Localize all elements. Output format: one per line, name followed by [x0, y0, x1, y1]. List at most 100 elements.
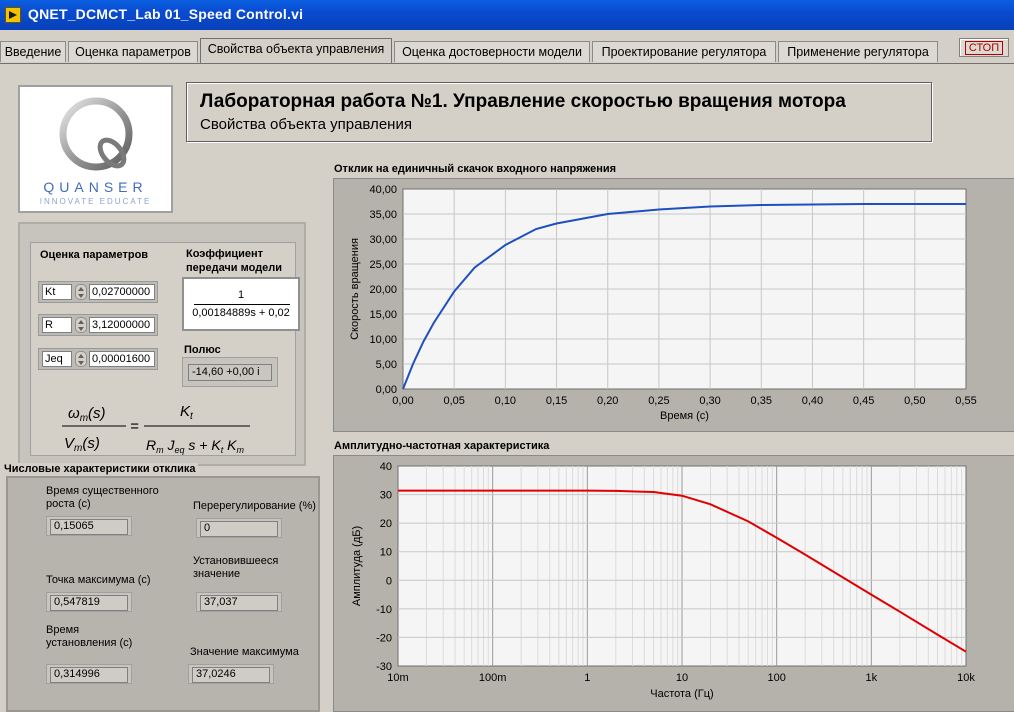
- window-titlebar: QNET_DCMCT_Lab 01_Speed Control.vi: [0, 0, 1014, 30]
- stop-button-label: СТОП: [964, 41, 1004, 55]
- bode-chart-frame: 10m 100m 1 10 100 1k 10k -30 -20 -10 0 10 20 30 40 Част…: [333, 455, 1014, 712]
- quanser-logo: QUANSER INNOVATE EDUCATE: [18, 85, 173, 213]
- peak-time-indicator: 0,547819: [46, 592, 132, 612]
- y-tick-label: 5,00: [376, 359, 397, 371]
- x-tick-label: 100m: [479, 672, 507, 684]
- x-tick-label: 0,00: [392, 395, 413, 407]
- tf-numerator: 1: [237, 289, 245, 301]
- tab-controller-design[interactable]: Проектирование регулятора: [592, 41, 776, 62]
- pole-indicator: -14,60 +0,00 i: [182, 357, 278, 387]
- settling-time-value: 0,314996: [50, 667, 128, 683]
- y-tick-label: 40: [380, 461, 392, 473]
- param-row-jeq: Jeq 0,00001600: [38, 348, 158, 370]
- settling-time-label-line1: Время: [46, 624, 80, 636]
- y-tick-label: 10,00: [369, 334, 397, 346]
- x-axis-label: Время (с): [660, 410, 709, 422]
- quanser-q-icon: [59, 97, 133, 171]
- x-tick-label: 0,35: [751, 395, 772, 407]
- y-tick-label: 40,00: [369, 184, 397, 196]
- x-tick-label: 0,15: [546, 395, 567, 407]
- peak-value-value: 37,0246: [192, 667, 270, 683]
- svg-text:Vm(s): Vm(s): [64, 435, 100, 454]
- tf-title-line1: Коэффициент: [186, 248, 264, 260]
- y-tick-label: 10: [380, 547, 392, 559]
- x-tick-label: 0,50: [904, 395, 925, 407]
- steady-state-label-line2: значение: [193, 568, 241, 580]
- spinner-icon[interactable]: [75, 317, 87, 333]
- svg-text:Kt: Kt: [180, 403, 194, 422]
- steady-state-value: 37,037: [200, 595, 278, 611]
- x-tick-label: 0,55: [955, 395, 976, 407]
- tab-content-border: [0, 63, 1014, 64]
- rise-time-indicator: 0,15065: [46, 516, 132, 536]
- steady-state-label-line1: Установившееся: [193, 555, 279, 567]
- x-tick-label: 0,20: [597, 395, 618, 407]
- response-panel-title: Числовые характеристики отклика: [4, 463, 198, 475]
- y-tick-label: -10: [376, 604, 392, 616]
- tab-parameter-estimation[interactable]: Оценка параметров: [68, 41, 198, 62]
- overshoot-value: 0: [200, 521, 278, 537]
- param-name-jeq: Jeq: [42, 351, 72, 367]
- param-name-kt: Kt: [42, 284, 72, 300]
- x-tick-label: 0,45: [853, 395, 874, 407]
- tf-fraction-line: [194, 304, 290, 305]
- y-tick-label: 0,00: [376, 384, 397, 396]
- rise-time-label-line1: Время существенного: [46, 485, 159, 497]
- param-value-jeq[interactable]: 0,00001600: [89, 351, 155, 367]
- pole-value: -14,60 +0,00 i: [188, 364, 272, 381]
- settling-time-indicator: 0,314996: [46, 664, 132, 684]
- y-axis-label: Амплитуда (дБ): [351, 526, 363, 606]
- spinner-icon[interactable]: [75, 351, 87, 367]
- rise-time-label-line2: роста (с): [46, 498, 91, 510]
- svg-text:=: =: [130, 418, 139, 435]
- peak-time-label: Точка максимума (с): [46, 574, 151, 586]
- param-row-r: R 3,12000000: [38, 314, 158, 336]
- logo-wordmark: QUANSER: [43, 179, 148, 195]
- peak-time-value: 0,547819: [50, 595, 128, 611]
- step-chart-title: Отклик на единичный скачок входного напр…: [334, 163, 617, 175]
- overshoot-indicator: 0: [196, 518, 282, 538]
- window-title: QNET_DCMCT_Lab 01_Speed Control.vi: [28, 6, 304, 22]
- logo-tagline: INNOVATE EDUCATE: [39, 197, 152, 206]
- y-axis-label: Скорость вращения: [349, 238, 361, 340]
- y-tick-label: 20: [380, 518, 392, 530]
- y-tick-label: 30,00: [369, 234, 397, 246]
- tab-controller-application[interactable]: Применение регулятора: [778, 41, 938, 62]
- step-response-chart-frame: 0,00 0,05 0,10 0,15 0,20 0,25 0,30 0,35 0,40 0,45…: [333, 178, 1014, 432]
- steady-state-indicator: 37,037: [196, 592, 282, 612]
- param-name-r: R: [42, 317, 72, 333]
- x-tick-label: 0,25: [648, 395, 669, 407]
- y-tick-label: 0: [386, 575, 392, 587]
- y-tick-label: -20: [376, 632, 392, 644]
- svg-text:Rm Jeq s + Kt Km: Rm Jeq s + Kt Km: [146, 437, 244, 455]
- bode-chart-title: Амплитудно-частотная характеристика: [334, 440, 550, 452]
- tf-denominator: 0,00184889s + 0,02: [192, 307, 290, 319]
- svg-text:ωm(s): ωm(s): [68, 405, 106, 424]
- y-tick-label: 15,00: [369, 309, 397, 321]
- transfer-function-formula: ωm(s) Vm(s) = Kt Rm Jeq s + Kt Km: [62, 403, 250, 455]
- overshoot-label: Перерегулирование (%): [193, 500, 316, 512]
- tab-model-validation[interactable]: Оценка достоверности модели: [394, 41, 590, 62]
- x-axis-label: Частота (Гц): [650, 688, 713, 700]
- peak-value-label: Значение максимума: [190, 646, 299, 658]
- magnitude-response-chart: 10m 100m 1 10 100 1k 10k -30 -20 -10 0 10 20 30 40 Част…: [351, 461, 975, 700]
- y-tick-label: 35,00: [369, 209, 397, 221]
- param-value-r[interactable]: 3,12000000: [89, 317, 155, 333]
- tab-plant-properties[interactable]: Свойства объекта управления: [200, 38, 392, 63]
- tab-intro[interactable]: Введение: [0, 41, 66, 62]
- spinner-icon[interactable]: [75, 284, 87, 300]
- x-tick-label: 1k: [866, 672, 878, 684]
- param-value-kt[interactable]: 0,02700000: [89, 284, 155, 300]
- page-title: Лабораторная работа №1. Управление скоро…: [200, 91, 846, 112]
- x-tick-label: 0,10: [495, 395, 516, 407]
- x-tick-label: 10: [676, 672, 688, 684]
- x-tick-label: 100: [767, 672, 785, 684]
- rise-time-value: 0,15065: [50, 519, 128, 535]
- stop-button[interactable]: СТОП: [959, 38, 1009, 57]
- x-tick-label: 0,30: [699, 395, 720, 407]
- transfer-function-display: 1 0,00184889s + 0,02: [182, 277, 300, 331]
- x-tick-label: 10m: [387, 672, 408, 684]
- y-tick-label: 20,00: [369, 284, 397, 296]
- header-panel: Лабораторная работа №1. Управление скоро…: [186, 82, 932, 142]
- y-tick-label: 25,00: [369, 259, 397, 271]
